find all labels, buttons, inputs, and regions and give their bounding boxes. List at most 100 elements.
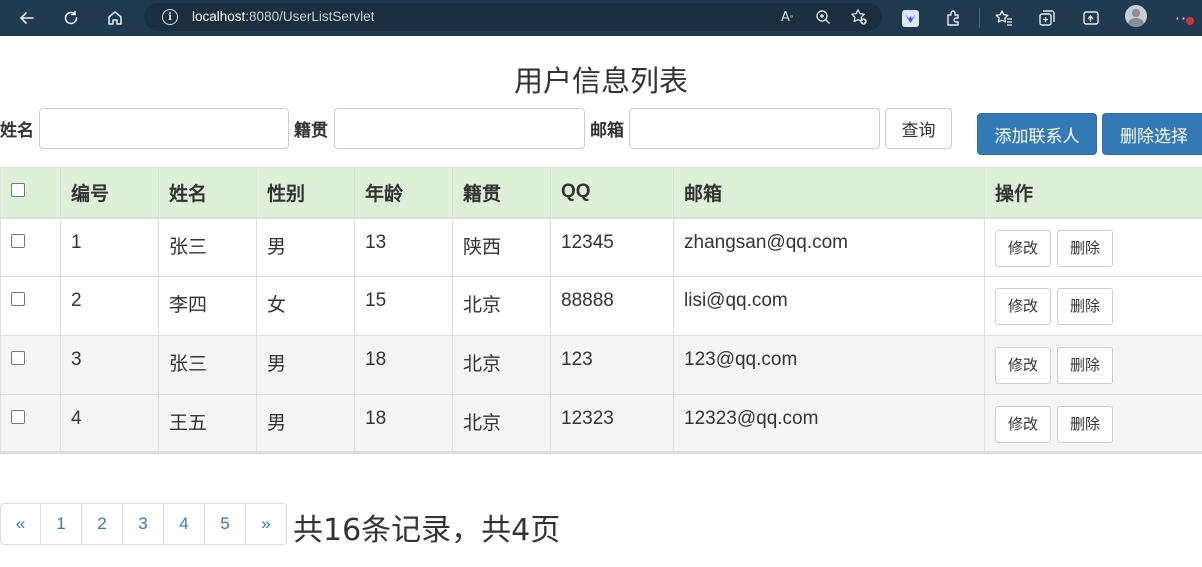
cell-actions: 修改 删除 (984, 276, 1202, 336)
cell-id: 4 (60, 394, 159, 454)
cell-qq: 12345 (550, 217, 674, 277)
header-email: 邮箱 (673, 167, 985, 219)
pagination-page[interactable]: 1 (40, 503, 82, 545)
delete-button[interactable]: 删除 (1057, 347, 1114, 384)
select-all-checkbox[interactable] (11, 183, 25, 198)
cell-origin: 陕西 (452, 217, 551, 277)
site-info-icon[interactable]: i (162, 9, 178, 25)
notification-badge (1186, 17, 1194, 25)
browser-toolbar: i localhost:8080/UserListServlet Aᵃ ··· (0, 0, 1202, 36)
row-select-cell (0, 394, 61, 454)
read-aloud-icon[interactable]: Aᵃ (778, 8, 796, 26)
row-select-cell (0, 276, 61, 336)
header-age: 年龄 (354, 167, 453, 219)
user-table: 编号 姓名 性别 年龄 籍贯 QQ 邮箱 操作 1 张三 男 13 陕西 123… (0, 167, 1202, 454)
table-row: 4 王五 男 18 北京 12323 12323@qq.com 修改 删除 (0, 394, 1202, 454)
cell-email: 12323@qq.com (673, 394, 985, 454)
table-row: 1 张三 男 13 陕西 12345 zhangsan@qq.com 修改 删除 (0, 217, 1202, 277)
back-icon[interactable] (15, 6, 39, 30)
edit-button[interactable]: 修改 (995, 229, 1052, 267)
cell-origin: 北京 (452, 276, 551, 336)
header-gender: 性别 (256, 167, 355, 219)
pagination-next[interactable]: » (245, 503, 287, 545)
cell-name: 张三 (158, 217, 257, 277)
row-checkbox[interactable] (11, 410, 25, 424)
cell-id: 1 (60, 217, 159, 277)
query-button[interactable]: 查询 (885, 108, 952, 149)
pagination-page[interactable]: 3 (122, 503, 164, 545)
home-icon[interactable] (103, 6, 127, 30)
email-input[interactable] (629, 108, 880, 149)
row-checkbox[interactable] (11, 233, 25, 248)
header-actions: 操作 (984, 167, 1202, 219)
cell-email: 123@qq.com (673, 335, 985, 395)
cell-gender: 男 (256, 394, 355, 454)
extensions-icon[interactable] (942, 6, 966, 30)
delete-button[interactable]: 删除 (1057, 288, 1114, 325)
table-bottom-border (0, 451, 1202, 453)
cell-qq: 12323 (550, 394, 674, 454)
cell-email: lisi@qq.com (673, 276, 985, 336)
header-name: 姓名 (158, 167, 257, 219)
cell-age: 18 (354, 335, 453, 395)
cell-id: 3 (60, 335, 159, 395)
pagination-page[interactable]: 2 (81, 503, 123, 545)
browser-essentials-icon[interactable] (1079, 6, 1103, 30)
cell-qq: 123 (550, 335, 674, 395)
pagination-summary: 共16条记录，共4页 (293, 513, 561, 548)
delete-selected-button[interactable]: 删除选择 (1102, 113, 1202, 155)
cell-age: 13 (354, 217, 453, 277)
row-checkbox[interactable] (11, 351, 25, 365)
pagination-page[interactable]: 4 (163, 503, 205, 545)
profile-avatar[interactable] (1125, 5, 1147, 27)
cell-gender: 男 (256, 217, 355, 277)
cell-id: 2 (60, 276, 159, 336)
name-input[interactable] (39, 108, 289, 149)
cell-name: 李四 (158, 276, 257, 336)
url-text[interactable]: localhost:8080/UserListServlet (192, 9, 374, 24)
page-title: 用户信息列表 (513, 64, 688, 98)
edit-button[interactable]: 修改 (995, 347, 1052, 384)
pagination: « 1 2 3 4 5 » (0, 503, 287, 545)
delete-button[interactable]: 删除 (1057, 229, 1114, 267)
name-label: 姓名 (0, 121, 34, 141)
row-checkbox[interactable] (11, 292, 25, 306)
table-row: 3 张三 男 18 北京 123 123@qq.com 修改 删除 (0, 335, 1202, 395)
delete-button[interactable]: 删除 (1057, 406, 1114, 443)
cell-age: 18 (354, 394, 453, 454)
address-bar[interactable]: i localhost:8080/UserListServlet Aᵃ (144, 3, 882, 31)
select-all-cell (0, 167, 61, 219)
row-select-cell (0, 217, 61, 277)
cell-origin: 北京 (452, 335, 551, 395)
pagination-page[interactable]: 5 (204, 503, 246, 545)
header-qq: QQ (550, 167, 674, 219)
email-label: 邮箱 (590, 121, 624, 141)
cell-actions: 修改 删除 (984, 217, 1202, 277)
toolbar-divider (979, 8, 980, 28)
table-row: 2 李四 女 15 北京 88888 lisi@qq.com 修改 删除 (0, 276, 1202, 336)
edit-button[interactable]: 修改 (995, 288, 1052, 325)
edit-button[interactable]: 修改 (995, 406, 1052, 443)
cell-qq: 88888 (550, 276, 674, 336)
cell-origin: 北京 (452, 394, 551, 454)
favorites-icon[interactable] (992, 6, 1016, 30)
pagination-prev[interactable]: « (0, 503, 41, 545)
collections-icon[interactable] (1035, 6, 1059, 30)
header-origin: 籍贯 (452, 167, 551, 219)
cell-name: 王五 (158, 394, 257, 454)
origin-label: 籍贯 (294, 121, 328, 141)
cell-actions: 修改 删除 (984, 394, 1202, 454)
extension-app-icon[interactable] (898, 6, 922, 30)
cell-gender: 男 (256, 335, 355, 395)
cell-email: zhangsan@qq.com (673, 217, 985, 277)
header-id: 编号 (60, 167, 159, 219)
cell-gender: 女 (256, 276, 355, 336)
add-contact-button[interactable]: 添加联系人 (977, 113, 1097, 155)
cell-actions: 修改 删除 (984, 335, 1202, 395)
cell-age: 15 (354, 276, 453, 336)
refresh-icon[interactable] (59, 6, 83, 30)
cell-name: 张三 (158, 335, 257, 395)
zoom-icon[interactable] (814, 8, 832, 26)
origin-input[interactable] (334, 108, 585, 149)
favorite-add-icon[interactable] (850, 8, 868, 26)
